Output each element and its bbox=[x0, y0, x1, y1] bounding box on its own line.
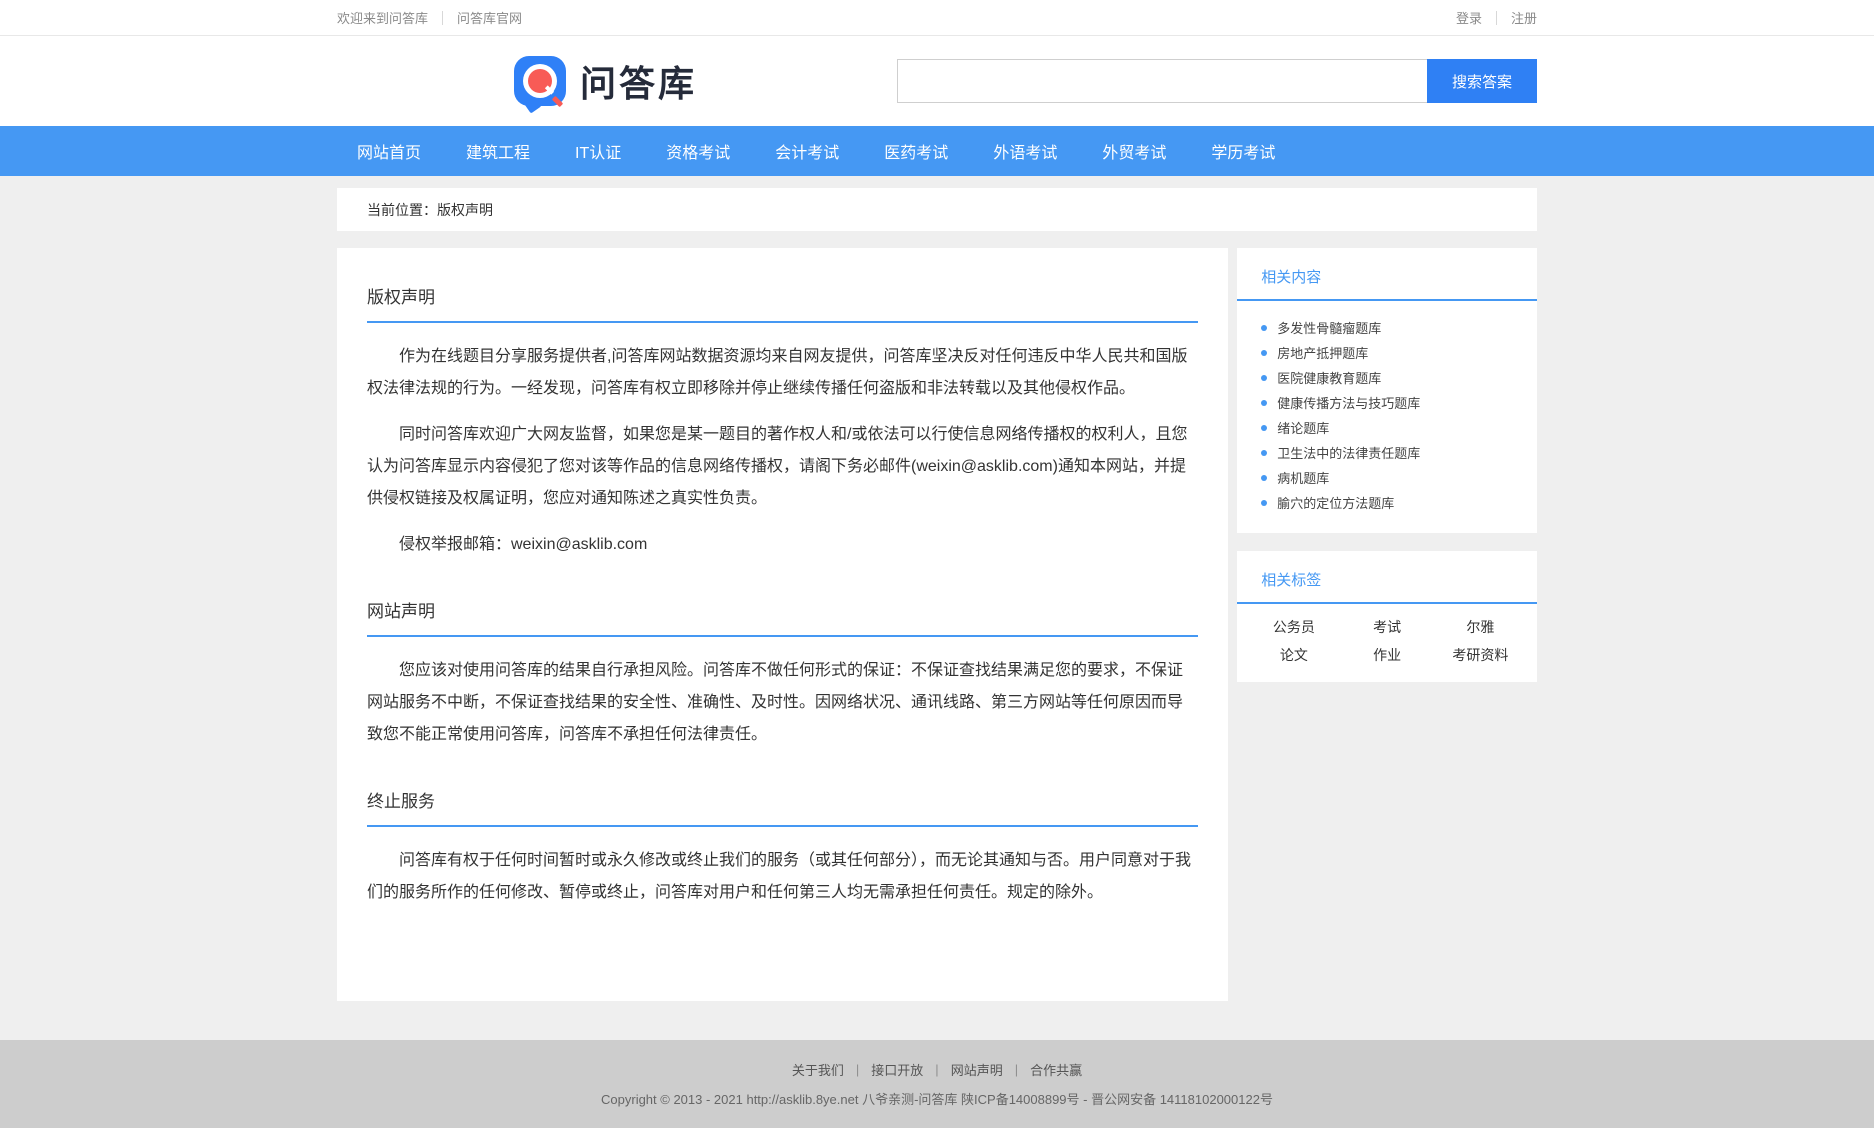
login-link[interactable]: 登录 bbox=[1456, 8, 1482, 27]
related-content-item[interactable]: 腧穴的定位方法题库 bbox=[1261, 490, 1513, 515]
tag-link[interactable]: 尔雅 bbox=[1434, 616, 1527, 638]
nav-item[interactable]: 建筑工程 bbox=[466, 139, 530, 163]
bullet-icon bbox=[1261, 450, 1267, 456]
navbar: 网站首页 建筑工程 IT认证 资格考试 会计考试 医药考试 外语考试 外贸考试 学历考试 bbox=[0, 126, 1874, 176]
logo-text: 问答库 bbox=[580, 55, 697, 107]
bullet-icon bbox=[1261, 325, 1267, 331]
related-content-label: 腧穴的定位方法题库 bbox=[1277, 493, 1394, 512]
related-content-item[interactable]: 房地产抵押题库 bbox=[1261, 340, 1513, 365]
nav-item[interactable]: 外语考试 bbox=[993, 139, 1057, 163]
footer-links: 关于我们 | 接口开放 | 网站声明 | 合作共赢 bbox=[0, 1060, 1874, 1079]
search-input[interactable] bbox=[897, 59, 1427, 103]
tag-link[interactable]: 考研资料 bbox=[1434, 644, 1527, 666]
related-content-label: 房地产抵押题库 bbox=[1277, 343, 1368, 362]
bullet-icon bbox=[1261, 475, 1267, 481]
content-section: 终止服务问答库有权于任何时间暂时或永久修改或终止我们的服务（或其任何部分），而无… bbox=[367, 787, 1198, 909]
footer-link[interactable]: 接口开放 bbox=[871, 1060, 923, 1079]
search-answers-button[interactable]: 搜索答案 bbox=[1427, 59, 1537, 103]
tag-link[interactable]: 论文 bbox=[1247, 644, 1340, 666]
main-nav: 网站首页 建筑工程 IT认证 资格考试 会计考试 医药考试 外语考试 外贸考试 学历考试 bbox=[337, 126, 1537, 176]
divider bbox=[442, 11, 443, 25]
logo-red-circle bbox=[528, 69, 552, 93]
topbar: 欢迎来到问答库 问答库官网 登录 注册 bbox=[0, 0, 1874, 36]
copyright-text: Copyright © 2013 - 2021 http://asklib.8y… bbox=[0, 1089, 1874, 1108]
bullet-icon bbox=[1261, 350, 1267, 356]
related-content-title: 相关内容 bbox=[1237, 248, 1537, 301]
content-section: 网站声明您应该对使用问答库的结果自行承担风险。问答库不做任何形式的保证：不保证查… bbox=[367, 597, 1198, 751]
related-content-item[interactable]: 绪论题库 bbox=[1261, 415, 1513, 440]
tag-link[interactable]: 作业 bbox=[1341, 644, 1434, 666]
breadcrumb-wrap: 当前位置： 版权声明 bbox=[337, 188, 1537, 231]
section-title: 网站声明 bbox=[367, 597, 1198, 637]
related-content-panel: 相关内容 多发性骨髓瘤题库房地产抵押题库医院健康教育题库健康传播方法与技巧题库绪… bbox=[1237, 248, 1537, 533]
sidebar: 相关内容 多发性骨髓瘤题库房地产抵押题库医院健康教育题库健康传播方法与技巧题库绪… bbox=[1237, 248, 1537, 682]
breadcrumb-current-page[interactable]: 版权声明 bbox=[437, 200, 493, 220]
related-content-item[interactable]: 健康传播方法与技巧题库 bbox=[1261, 390, 1513, 415]
divider bbox=[1496, 11, 1497, 25]
related-tags-grid: 公务员考试尔雅论文作业考研资料 bbox=[1237, 604, 1537, 682]
related-content-label: 医院健康教育题库 bbox=[1277, 368, 1381, 387]
nav-item[interactable]: 外贸考试 bbox=[1102, 139, 1166, 163]
bullet-icon bbox=[1261, 375, 1267, 381]
topbar-official-site-link[interactable]: 问答库官网 bbox=[457, 8, 522, 27]
site-header: 问答库 搜索答案 bbox=[0, 36, 1874, 126]
related-content-list: 多发性骨髓瘤题库房地产抵押题库医院健康教育题库健康传播方法与技巧题库绪论题库卫生… bbox=[1237, 301, 1537, 533]
tag-link[interactable]: 考试 bbox=[1341, 616, 1434, 638]
divider: | bbox=[856, 1062, 859, 1077]
search-bar: 搜索答案 bbox=[897, 59, 1537, 103]
bullet-icon bbox=[1261, 400, 1267, 406]
related-content-label: 多发性骨髓瘤题库 bbox=[1277, 318, 1381, 337]
article: 版权声明作为在线题目分享服务提供者,问答库网站数据资源均来自网友提供，问答库坚决… bbox=[337, 248, 1228, 1001]
section-paragraph: 侵权举报邮箱：weixin@asklib.com bbox=[367, 529, 1198, 561]
bullet-icon bbox=[1261, 425, 1267, 431]
related-tags-panel: 相关标签 公务员考试尔雅论文作业考研资料 bbox=[1237, 551, 1537, 682]
related-content-item[interactable]: 卫生法中的法律责任题库 bbox=[1261, 440, 1513, 465]
divider: | bbox=[935, 1062, 938, 1077]
section-title: 版权声明 bbox=[367, 283, 1198, 323]
footer: 关于我们 | 接口开放 | 网站声明 | 合作共赢 Copyright © 2013 - 2… bbox=[0, 1040, 1874, 1128]
tag-link[interactable]: 公务员 bbox=[1247, 616, 1340, 638]
site-logo[interactable]: 问答库 bbox=[514, 55, 697, 107]
related-content-label: 病机题库 bbox=[1277, 468, 1329, 487]
footer-link[interactable]: 关于我们 bbox=[792, 1060, 844, 1079]
logo-white-circle bbox=[523, 64, 557, 98]
topbar-welcome-link[interactable]: 欢迎来到问答库 bbox=[337, 8, 428, 27]
section-paragraph: 作为在线题目分享服务提供者,问答库网站数据资源均来自网友提供，问答库坚决反对任何… bbox=[367, 341, 1198, 405]
breadcrumb: 当前位置： 版权声明 bbox=[337, 188, 1537, 231]
related-content-label: 健康传播方法与技巧题库 bbox=[1277, 393, 1420, 412]
related-content-label: 卫生法中的法律责任题库 bbox=[1277, 443, 1420, 462]
nav-item[interactable]: 医药考试 bbox=[884, 139, 948, 163]
divider: | bbox=[1015, 1062, 1018, 1077]
footer-link[interactable]: 网站声明 bbox=[951, 1060, 1003, 1079]
related-content-item[interactable]: 医院健康教育题库 bbox=[1261, 365, 1513, 390]
register-link[interactable]: 注册 bbox=[1511, 8, 1537, 27]
nav-item[interactable]: IT认证 bbox=[575, 139, 621, 163]
page-body: 版权声明作为在线题目分享服务提供者,问答库网站数据资源均来自网友提供，问答库坚决… bbox=[337, 248, 1537, 1001]
logo-q-tail bbox=[552, 96, 563, 107]
section-paragraph: 同时问答库欢迎广大网友监督，如果您是某一题目的著作权人和/或依法可以行使信息网络… bbox=[367, 419, 1198, 515]
speech-bubble-tail bbox=[523, 95, 541, 113]
related-content-item[interactable]: 多发性骨髓瘤题库 bbox=[1261, 315, 1513, 340]
section-title: 终止服务 bbox=[367, 787, 1198, 827]
nav-item[interactable]: 会计考试 bbox=[775, 139, 839, 163]
related-content-item[interactable]: 病机题库 bbox=[1261, 465, 1513, 490]
breadcrumb-prefix: 当前位置： bbox=[367, 200, 437, 220]
asklib-logo-icon bbox=[514, 56, 566, 106]
nav-item[interactable]: 网站首页 bbox=[357, 139, 421, 163]
section-paragraph: 您应该对使用问答库的结果自行承担风险。问答库不做任何形式的保证：不保证查找结果满… bbox=[367, 655, 1198, 751]
nav-item[interactable]: 学历考试 bbox=[1211, 139, 1275, 163]
related-content-label: 绪论题库 bbox=[1277, 418, 1329, 437]
footer-link[interactable]: 合作共赢 bbox=[1030, 1060, 1082, 1079]
bullet-icon bbox=[1261, 500, 1267, 506]
related-tags-title: 相关标签 bbox=[1237, 551, 1537, 604]
section-paragraph: 问答库有权于任何时间暂时或永久修改或终止我们的服务（或其任何部分），而无论其通知… bbox=[367, 845, 1198, 909]
content-section: 版权声明作为在线题目分享服务提供者,问答库网站数据资源均来自网友提供，问答库坚决… bbox=[367, 283, 1198, 561]
nav-item[interactable]: 资格考试 bbox=[666, 139, 730, 163]
